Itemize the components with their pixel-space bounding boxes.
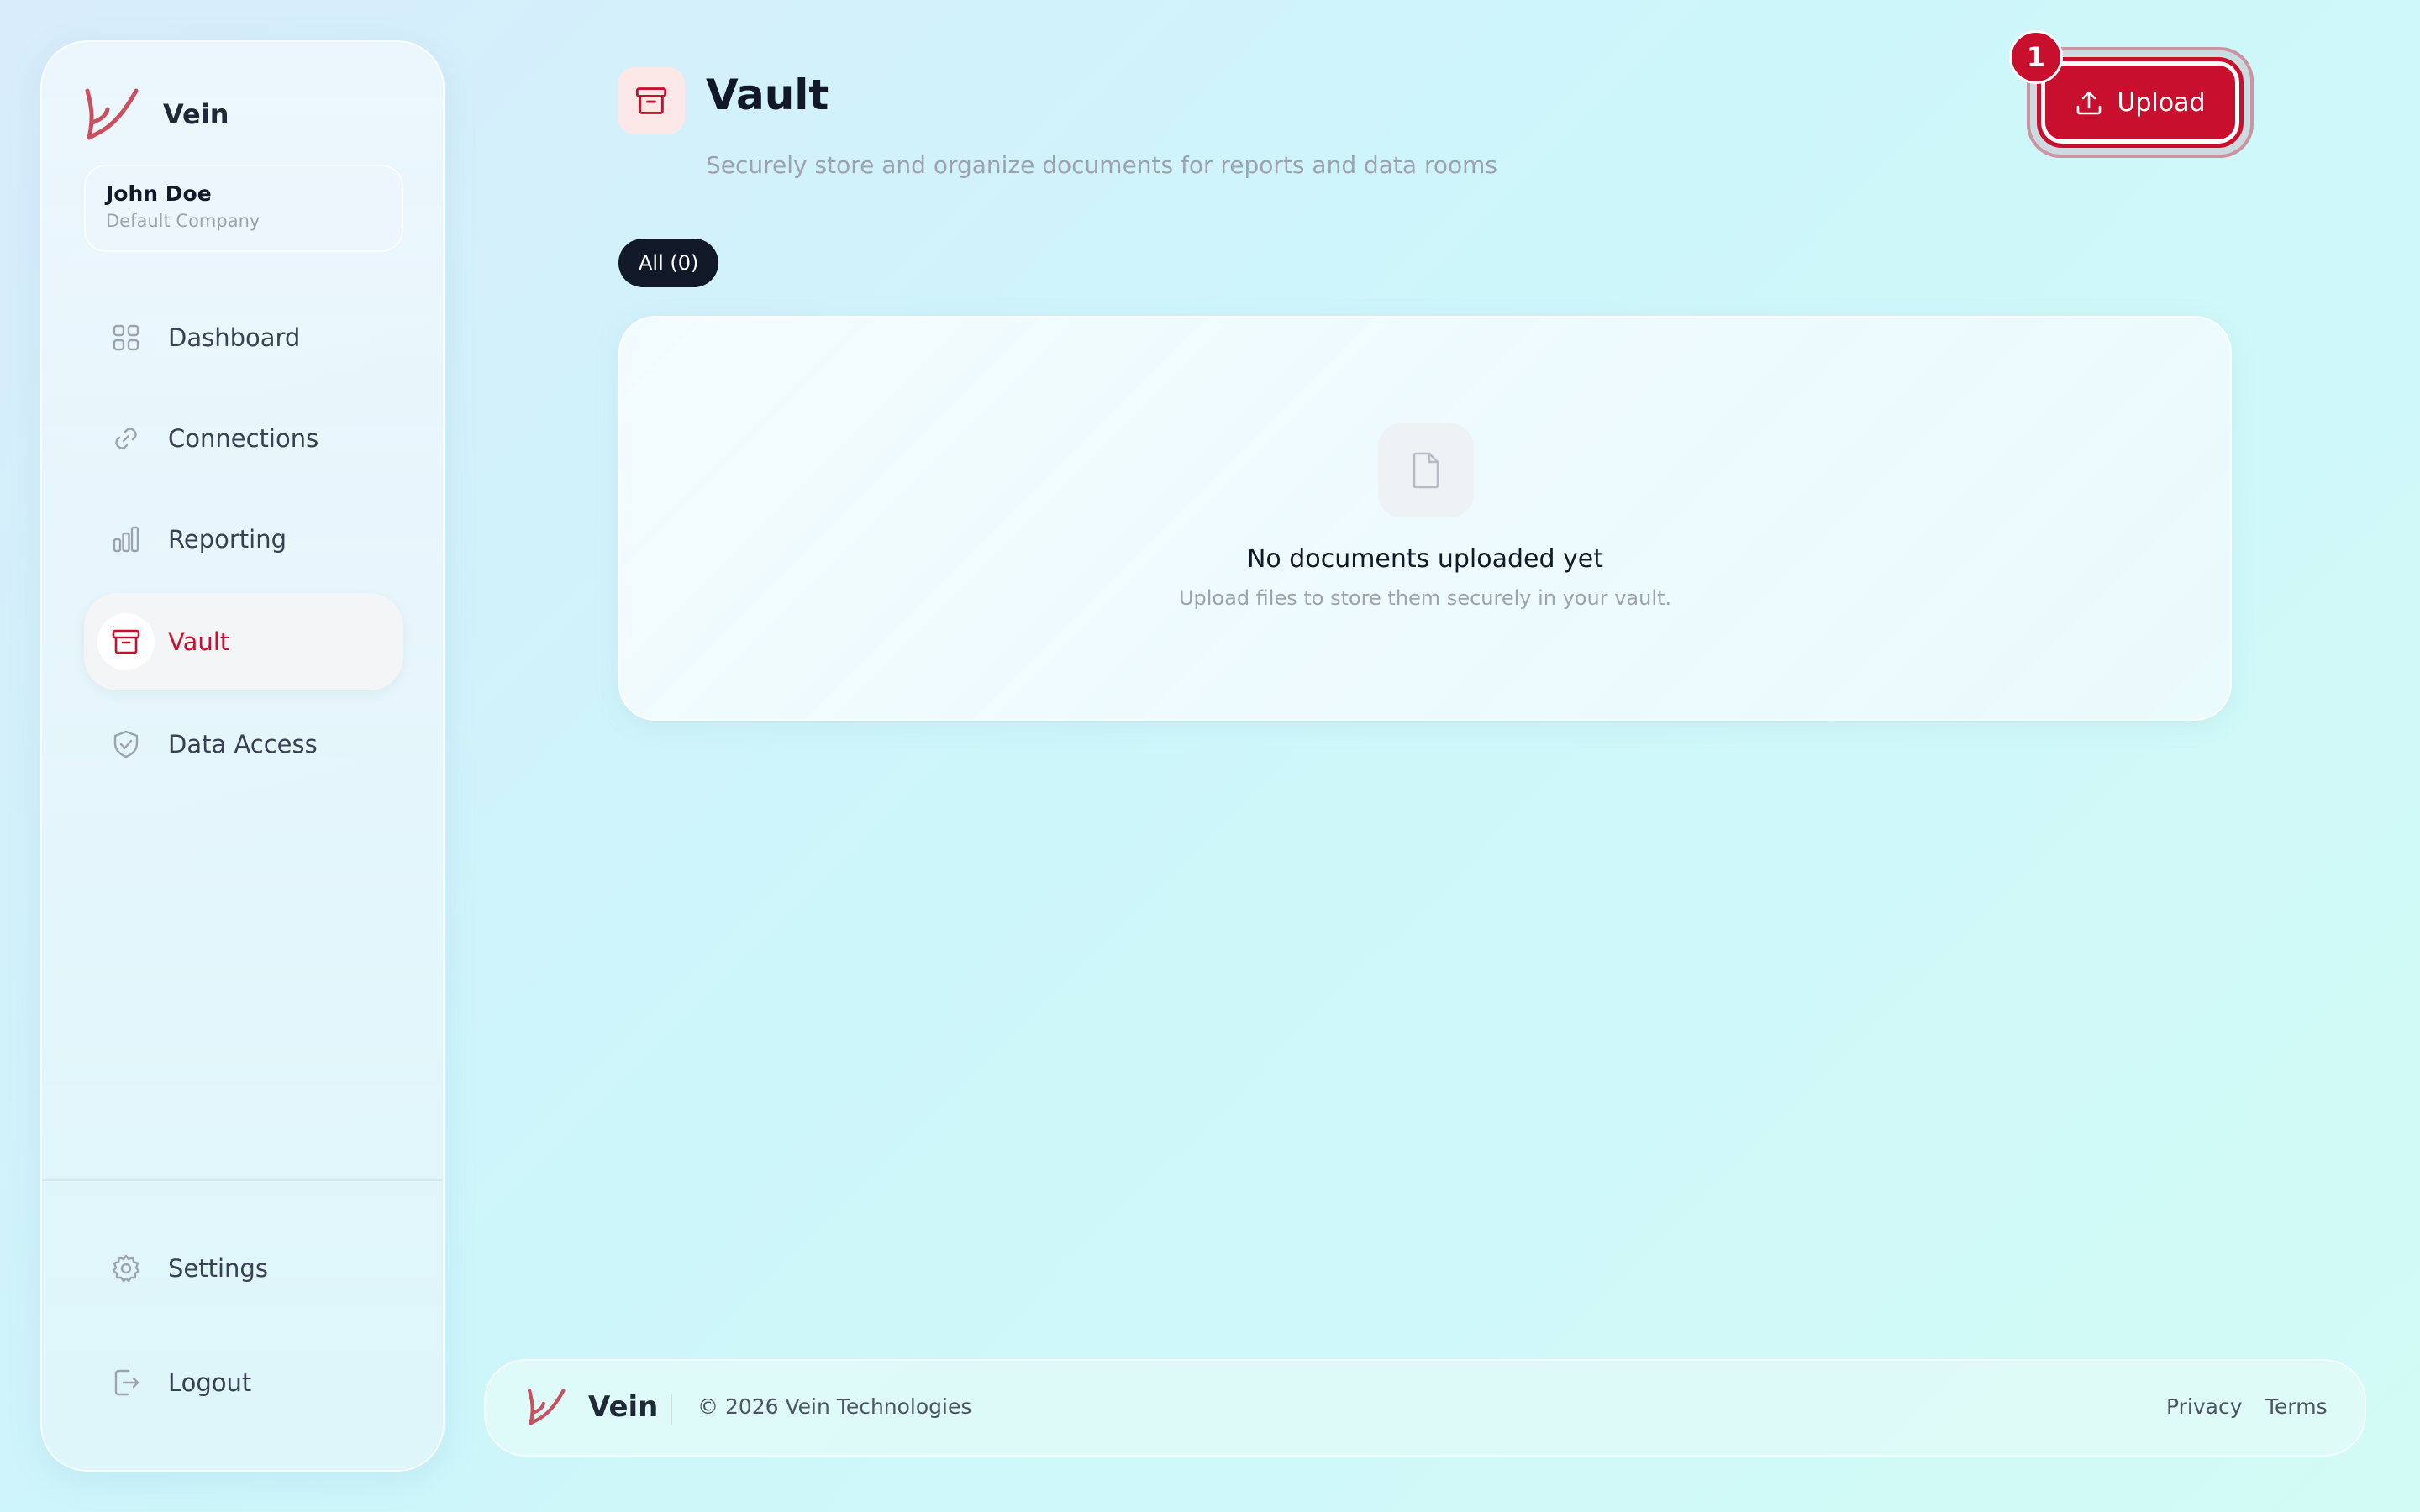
sidebar: Vein John Doe Default Company Dashboard … [40,40,445,1472]
upload-button[interactable]: Upload [2037,57,2244,148]
brand-name: Vein [163,98,229,130]
sidebar-item-label: Connections [168,424,319,453]
footer-brand-name: Vein [588,1390,659,1424]
link-icon [97,410,155,467]
vein-logo-icon [528,1389,566,1425]
sidebar-item-dashboard[interactable]: Dashboard [84,289,403,386]
vault-page-icon [618,67,685,134]
footer: Vein © 2026 Vein Technologies Privacy Te… [484,1359,2366,1457]
footer-divider [671,1394,672,1425]
step-badge: 1 [2009,30,2063,84]
bar-chart-icon [97,511,155,568]
sidebar-item-label: Logout [168,1368,252,1397]
shield-check-icon [97,716,155,773]
terms-link[interactable]: Terms [2265,1394,2328,1419]
page-title: Vault [706,71,829,119]
sidebar-item-label: Data Access [168,730,318,759]
upload-button-body: Upload [2046,66,2234,139]
grid-icon [97,309,155,366]
sidebar-item-settings[interactable]: Settings [84,1220,403,1317]
sidebar-item-logout[interactable]: Logout [84,1334,403,1431]
footer-copyright: © 2026 Vein Technologies [697,1394,972,1419]
document-icon [1378,423,1474,517]
logout-icon [97,1354,155,1411]
user-card[interactable]: John Doe Default Company [84,165,403,252]
archive-icon [635,87,667,114]
user-name: John Doe [106,181,212,206]
sidebar-item-label: Settings [168,1254,268,1283]
sidebar-item-connections[interactable]: Connections [84,390,403,487]
upload-button-label: Upload [2117,87,2206,118]
sidebar-item-label: Reporting [168,525,287,554]
empty-state-title: No documents uploaded yet [1246,544,1604,574]
documents-panel: No documents uploaded yet Upload files t… [618,316,2232,721]
user-company: Default Company [106,211,260,231]
sidebar-item-label: Vault [168,627,230,656]
archive-icon [97,613,155,670]
footer-brand[interactable]: Vein [526,1386,658,1428]
gear-icon [97,1240,155,1297]
filter-tab-all[interactable]: All (0) [618,239,719,287]
vein-logo-icon [85,88,139,140]
empty-state-subtitle: Upload files to store them securely in y… [1178,586,1672,610]
brand-logo[interactable]: Vein [82,86,229,143]
sidebar-item-data-access[interactable]: Data Access [84,696,403,793]
sidebar-item-reporting[interactable]: Reporting [84,491,403,588]
upload-icon [2077,91,2102,115]
page-subtitle: Securely store and organize documents fo… [706,151,1497,179]
privacy-link[interactable]: Privacy [2166,1394,2243,1419]
sidebar-item-label: Dashboard [168,323,301,352]
sidebar-divider [42,1179,443,1181]
sidebar-item-vault[interactable]: Vault [84,593,403,690]
